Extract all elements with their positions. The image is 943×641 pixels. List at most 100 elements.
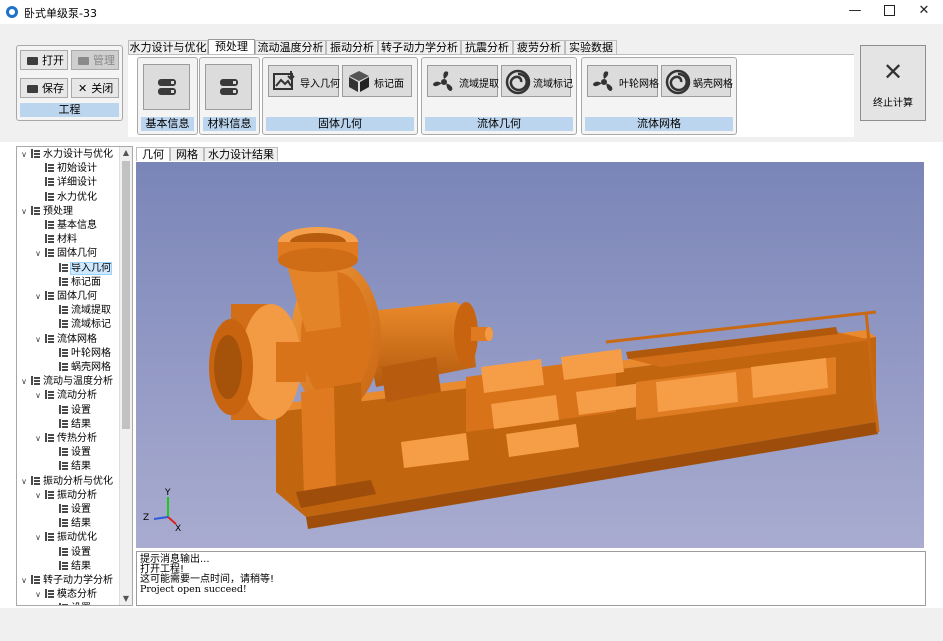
tab-experiment-data[interactable]: 实验数据 (565, 40, 617, 54)
tree-node-icon (31, 376, 40, 386)
tab-vibration[interactable]: 振动分析 (326, 40, 378, 54)
chevron-down-icon[interactable]: ∨ (19, 205, 29, 219)
tree-item[interactable]: 初始设计 (33, 162, 97, 176)
chevron-down-icon[interactable]: ∨ (19, 574, 29, 588)
mark-face-button[interactable]: 标记面 (342, 65, 412, 97)
database-icon (219, 79, 238, 95)
tree-item-label: 材料 (57, 234, 77, 246)
open-button[interactable]: 打开 (20, 50, 68, 70)
tab-fatigue[interactable]: 疲劳分析 (513, 40, 565, 54)
tab-mesh[interactable]: 网格 (170, 147, 204, 161)
close-project-button[interactable]: ✕ 关闭 (71, 78, 119, 98)
tree-item[interactable]: ∨ 固体几何 (33, 290, 97, 304)
basic-info-group: 基本信息 (137, 57, 198, 135)
manage-button[interactable]: 管理 (71, 50, 119, 70)
chevron-down-icon[interactable]: ∨ (33, 588, 43, 602)
tree-node-icon (31, 149, 40, 158)
basic-info-button[interactable] (143, 64, 190, 110)
tree-scrollbar[interactable]: ▲ ▼ (119, 147, 132, 605)
tree-item[interactable]: ∨ 振动分析与优化 (19, 475, 113, 489)
tree-item[interactable]: 设置 (47, 546, 91, 560)
chevron-down-icon[interactable]: ∨ (33, 389, 43, 403)
tree-item[interactable]: ∨ 水力设计与优化 (19, 148, 113, 162)
tree-item[interactable]: 设置 (47, 503, 91, 517)
import-geometry-button[interactable]: 导入几何 (268, 65, 340, 97)
chevron-down-icon[interactable]: ∨ (19, 375, 29, 389)
chevron-down-icon[interactable]: ∨ (33, 290, 43, 304)
tree-item-label: 标记面 (71, 276, 101, 288)
tree-item[interactable]: ∨ 固体几何 (33, 247, 97, 261)
tree-item[interactable]: 流域提取 (47, 304, 111, 318)
tree-item[interactable]: ∨ 流动与温度分析 (19, 375, 113, 389)
fluid-mesh-group: 叶轮网格 蜗壳网格 流体网格 (581, 57, 737, 135)
stop-calculation-button[interactable]: ✕ 终止计算 (860, 45, 926, 121)
tree-item[interactable]: 设置 (47, 446, 91, 460)
tab-seismic[interactable]: 抗震分析 (461, 40, 513, 54)
save-button[interactable]: 保存 (20, 78, 68, 98)
tree-item[interactable]: 设置 (47, 602, 91, 605)
chevron-down-icon[interactable]: ∨ (33, 489, 43, 503)
tree-item[interactable]: ∨ 模态分析 (33, 588, 97, 602)
chevron-down-icon[interactable]: ∨ (19, 475, 29, 489)
tab-preprocessing[interactable]: 预处理 (208, 39, 255, 55)
tree-item[interactable]: 材料 (33, 233, 77, 247)
scroll-up-icon[interactable]: ▲ (120, 147, 132, 159)
tree-item[interactable]: ∨ 传热分析 (33, 432, 97, 446)
tree-item-label: 转子动力学分析 (43, 575, 113, 586)
tree-item[interactable]: 蜗壳网格 (47, 361, 111, 375)
tree-node-icon (59, 305, 68, 315)
solid-geometry-label: 固体几何 (266, 117, 414, 131)
tab-hydraulic-design[interactable]: 水力设计与优化 (128, 40, 208, 54)
tree-item[interactable]: ∨ 流体网格 (33, 333, 97, 347)
fluid-mark-button[interactable]: 流域标记 (501, 65, 573, 97)
tree-item[interactable]: 流域标记 (47, 318, 111, 332)
tree-node-icon (59, 546, 68, 556)
close-icon: ✕ (78, 82, 88, 95)
tree-item[interactable]: ∨ 振动优化 (33, 531, 97, 545)
tree-item-label: 固体几何 (57, 248, 97, 260)
tree-item-label: 流动分析 (57, 390, 97, 402)
tree-item[interactable]: ∨ 振动分析 (33, 489, 97, 503)
chevron-down-icon[interactable]: ∨ (33, 531, 43, 545)
tree-item[interactable]: 结果 (47, 418, 91, 432)
tree-item[interactable]: 标记面 (47, 276, 101, 290)
tree-item[interactable]: 结果 (47, 460, 91, 474)
chevron-down-icon[interactable]: ∨ (33, 432, 43, 446)
3d-viewport[interactable]: Y Z X (136, 162, 924, 548)
tree-node-icon (59, 518, 68, 528)
tree-item-label: 流域标记 (71, 319, 111, 331)
tree-node-icon (45, 291, 54, 300)
tree-item[interactable]: ∨ 预处理 (19, 205, 73, 219)
tree-item[interactable]: 基本信息 (33, 219, 97, 233)
close-window-button[interactable]: ✕ (901, 0, 943, 24)
tree-item[interactable]: 设置 (47, 404, 91, 418)
tree-item[interactable]: 叶轮网格 (47, 347, 111, 361)
tab-flow-temperature[interactable]: 流动温度分析 (255, 40, 326, 54)
tree-item[interactable]: 结果 (47, 560, 91, 574)
impeller-mesh-button[interactable]: 叶轮网格 (587, 65, 659, 97)
tab-hydraulic-result[interactable]: 水力设计结果 (204, 147, 278, 161)
tree-item[interactable]: ∨ 转子动力学分析 (19, 574, 113, 588)
tree-node-icon (45, 532, 54, 542)
chevron-down-icon[interactable]: ∨ (19, 148, 29, 162)
basic-info-label: 基本信息 (141, 117, 194, 131)
tab-geometry[interactable]: 几何 (136, 147, 170, 161)
tree-node-icon (31, 575, 40, 584)
scroll-down-icon[interactable]: ▼ (120, 593, 132, 605)
spiral-icon (665, 69, 691, 95)
scroll-thumb[interactable] (122, 161, 130, 429)
close-icon: ✕ (882, 58, 904, 86)
tree-item[interactable]: 导入几何 (47, 261, 112, 276)
volute-mesh-button[interactable]: 蜗壳网格 (661, 65, 733, 97)
fluid-extract-button[interactable]: 流域提取 (427, 65, 499, 97)
tree-item[interactable]: 结果 (47, 517, 91, 531)
tree-item[interactable]: 详细设计 (33, 176, 97, 190)
material-info-button[interactable] (205, 64, 252, 110)
tab-rotordynamics[interactable]: 转子动力学分析 (378, 40, 461, 54)
axis-z-label: Z (143, 513, 149, 523)
cube-icon (349, 71, 369, 92)
chevron-down-icon[interactable]: ∨ (33, 247, 43, 261)
chevron-down-icon[interactable]: ∨ (33, 333, 43, 347)
tree-item[interactable]: ∨ 流动分析 (33, 389, 97, 403)
tree-item[interactable]: 水力优化 (33, 191, 97, 205)
